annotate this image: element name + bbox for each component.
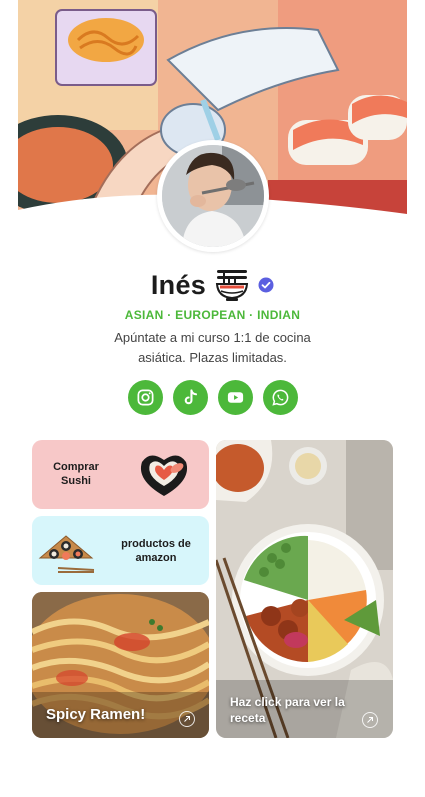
social-links [0, 380, 425, 416]
link-card-title: Spicy Ramen! [46, 706, 146, 723]
verified-badge-icon [258, 277, 274, 293]
whatsapp-button[interactable] [262, 380, 298, 415]
link-card-receta[interactable]: Haz click para ver la receta [216, 440, 393, 738]
youtube-icon [227, 392, 243, 403]
tiktok-button[interactable] [172, 380, 208, 415]
avatar[interactable] [157, 140, 269, 252]
profile-name: Inés [150, 269, 207, 300]
tiktok-icon [184, 389, 197, 405]
noodle-bowl-icon [216, 270, 249, 301]
avatar-photo [162, 145, 264, 247]
link-card-label: productos de amazon [121, 538, 191, 564]
link-card-title: Haz click para ver la receta [230, 695, 345, 725]
profile-tagline: ASIAN · EUROPEAN · INDIAN [124, 308, 301, 322]
open-link-icon[interactable] [362, 712, 378, 728]
profile-bio: Apúntate a mi curso 1:1 de cocina asiáti… [114, 330, 311, 365]
whatsapp-icon [271, 389, 288, 406]
open-link-icon[interactable] [179, 711, 195, 727]
sushi-heart-icon [140, 455, 188, 496]
youtube-button[interactable] [217, 380, 253, 415]
instagram-icon [137, 389, 153, 406]
link-card-productos-amazon[interactable]: productos de amazon [32, 516, 209, 585]
instagram-button[interactable] [127, 380, 163, 415]
profile-name-row: Inés [0, 266, 425, 304]
profile-page: Inés ASIAN · EUROPEAN · INDIAN Apúntate … [0, 0, 425, 797]
link-card-comprar-sushi[interactable]: Comprar Sushi [32, 440, 209, 509]
link-card-spicy-ramen[interactable]: Spicy Ramen! [32, 592, 209, 738]
